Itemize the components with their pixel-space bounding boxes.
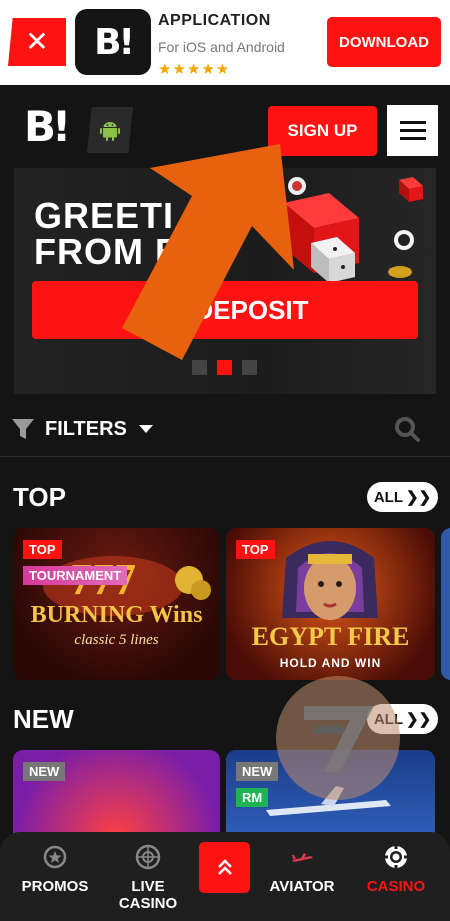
filters-toggle[interactable]: FILTERS [45, 418, 127, 441]
rating-stars: ★★★★★ [158, 61, 231, 78]
hero-banner[interactable]: GREETI FROM B M A DEPOSIT [14, 168, 436, 394]
hero-title: GREETI FROM B [34, 195, 182, 272]
seven-logo-icon [304, 706, 374, 772]
download-button[interactable]: DOWNLOAD [327, 17, 441, 67]
app-subtitle: For iOS and Android [158, 39, 285, 55]
close-promo-button[interactable]: ✕ [8, 18, 66, 66]
screen: ✕ B! APPLICATION For iOS and Android ★★★… [0, 0, 450, 921]
top-all-button[interactable]: ALL ❯❯ [367, 482, 438, 512]
game-card-egypt-fire[interactable]: TOP EGYPT FIRE HOLD AND WIN [226, 528, 435, 680]
nav-promos[interactable]: PROMOS [20, 832, 90, 921]
app-logo: B! [75, 9, 151, 75]
tag-new: NEW [236, 762, 279, 781]
nav-aviator[interactable]: AVIATOR [266, 832, 338, 921]
make-deposit-button[interactable]: M A DEPOSIT [32, 281, 418, 339]
game-title: BURNING Wins [30, 602, 203, 628]
bottom-navigation: PROMOS LIVE CASINO AVIATOR CASINO [0, 832, 450, 921]
brand-logo[interactable]: B! [24, 106, 71, 148]
nav-live-casino[interactable]: LIVE CASINO [112, 832, 184, 921]
filters-bar: FILTERS [0, 395, 450, 457]
close-icon: ✕ [25, 26, 49, 57]
game-subtitle: HOLD AND WIN [279, 656, 382, 670]
tag-top: TOP [236, 540, 275, 559]
section-title-top: TOP [13, 482, 66, 512]
roulette-icon [135, 844, 161, 870]
carousel-dots [192, 360, 257, 375]
caret-down-icon [139, 425, 153, 433]
android-app-button[interactable] [87, 107, 133, 153]
game-card-partial[interactable] [441, 528, 450, 680]
chip-icon [384, 845, 408, 869]
menu-icon [399, 121, 426, 124]
double-chevron-right-icon: ❯❯ [406, 711, 432, 728]
tag-rm: RM [236, 788, 269, 807]
app-title: APPLICATION [158, 12, 271, 29]
game-card-burning-wins[interactable]: 777 TOP TOURNAMENT BURNING Wins classic … [13, 528, 220, 680]
sign-up-button[interactable]: SIGN UP [268, 106, 377, 156]
tag-top: TOP [23, 540, 62, 559]
section-title-new: NEW [13, 704, 74, 734]
carousel-dot[interactable] [242, 360, 257, 375]
plane-icon [292, 853, 313, 862]
floating-watermark [276, 676, 400, 800]
carousel-dot[interactable] [192, 360, 207, 375]
double-chevron-right-icon: ❯❯ [406, 489, 432, 506]
app-promo-banner: ✕ B! APPLICATION For iOS and Android ★★★… [0, 0, 450, 85]
tag-new: NEW [23, 762, 66, 781]
site-header: B! [0, 85, 450, 167]
tag-tournament: TOURNAMENT [23, 566, 128, 585]
game-title: EGYPT FIRE [251, 622, 410, 651]
game-subtitle: classic 5 lines [74, 632, 159, 648]
hamburger-menu-button[interactable] [387, 105, 438, 156]
android-icon [100, 122, 120, 141]
chevron-up-icon [217, 858, 232, 875]
scroll-top-button[interactable] [199, 842, 250, 893]
carousel-dot-active[interactable] [217, 360, 232, 375]
nav-casino[interactable]: CASINO [360, 832, 432, 921]
promo-star-icon [43, 845, 67, 869]
search-icon[interactable] [394, 416, 420, 442]
funnel-icon [12, 419, 34, 439]
